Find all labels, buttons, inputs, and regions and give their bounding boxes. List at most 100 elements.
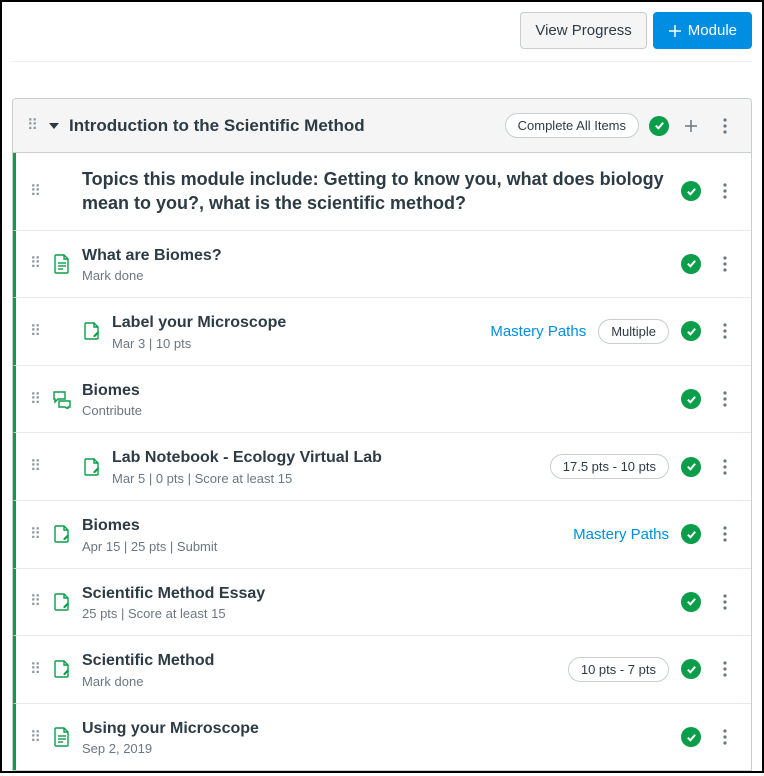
drag-handle-icon[interactable] xyxy=(27,122,39,129)
module-item: Topics this module include: Getting to k… xyxy=(12,153,751,230)
kebab-icon xyxy=(723,729,727,745)
item-status-complete-icon xyxy=(681,592,701,612)
module-header: Introduction to the Scientific Method Co… xyxy=(13,99,751,153)
toolbar: View Progress Module xyxy=(12,12,752,62)
kebab-icon xyxy=(723,459,727,475)
item-title[interactable]: What are Biomes? xyxy=(82,245,671,267)
collapse-caret-icon[interactable] xyxy=(49,123,59,129)
item-status-complete-icon xyxy=(681,254,701,274)
completion-requirement-pill: Complete All Items xyxy=(505,113,639,138)
kebab-icon xyxy=(723,594,727,610)
item-content: Scientific Method Essay25 pts | Score at… xyxy=(82,583,671,622)
module: Introduction to the Scientific Method Co… xyxy=(12,98,752,771)
assignment-icon xyxy=(52,659,72,679)
view-progress-button[interactable]: View Progress xyxy=(520,12,646,49)
kebab-icon xyxy=(723,323,727,339)
item-menu-button[interactable] xyxy=(713,179,737,203)
kebab-icon xyxy=(723,118,727,134)
item-content: Biomes Apr 15 | 25 pts | Submit xyxy=(82,515,563,554)
module-item: What are Biomes?Mark done xyxy=(12,230,751,298)
item-extras xyxy=(681,252,737,276)
item-status-complete-icon xyxy=(681,659,701,679)
item-meta: Mar 5 | 0 pts | Score at least 15 xyxy=(112,471,540,486)
item-extras xyxy=(681,387,737,411)
item-meta: Contribute xyxy=(82,403,671,418)
item-title[interactable]: Biomes xyxy=(82,515,563,537)
discussion-icon xyxy=(52,389,72,409)
item-title[interactable]: Scientific Method xyxy=(82,650,558,672)
item-title[interactable]: Topics this module include: Getting to k… xyxy=(82,167,671,216)
assignment-icon xyxy=(52,524,72,544)
item-extras xyxy=(681,725,737,749)
module-item: Scientific Method Mark done 10 pts - 7 pts xyxy=(12,635,751,703)
item-status-complete-icon xyxy=(681,457,701,477)
drag-handle-icon[interactable] xyxy=(30,260,42,267)
item-title[interactable]: Scientific Method Essay xyxy=(82,583,671,605)
kebab-icon xyxy=(723,661,727,677)
module-item: Scientific Method Essay25 pts | Score at… xyxy=(12,568,751,636)
item-title[interactable]: Using your Microscope xyxy=(82,718,671,740)
item-menu-button[interactable] xyxy=(713,455,737,479)
item-menu-button[interactable] xyxy=(713,252,737,276)
points-badge: 10 pts - 7 pts xyxy=(568,657,669,682)
add-module-button[interactable]: Module xyxy=(653,12,752,49)
module-item: Label your Microscope Mar 3 | 10 pts Maste… xyxy=(12,297,751,365)
item-title[interactable]: Biomes xyxy=(82,380,671,402)
item-meta: Apr 15 | 25 pts | Submit xyxy=(82,539,563,554)
drag-handle-icon[interactable] xyxy=(30,396,42,403)
item-status-complete-icon xyxy=(681,181,701,201)
item-menu-button[interactable] xyxy=(713,725,737,749)
assignment-icon xyxy=(82,321,102,341)
item-extras: Mastery Paths xyxy=(573,522,737,546)
page-icon xyxy=(52,727,72,747)
kebab-icon xyxy=(723,183,727,199)
item-meta: Mark done xyxy=(82,674,558,689)
items-list: Topics this module include: Getting to k… xyxy=(13,153,751,770)
module-status-complete-icon xyxy=(649,116,669,136)
item-extras xyxy=(681,179,737,203)
item-content: BiomesContribute xyxy=(82,380,671,419)
item-content: Lab Notebook - Ecology Virtual Lab Mar 5 … xyxy=(112,447,540,486)
plus-icon xyxy=(668,24,682,38)
module-item: Using your MicroscopeSep 2, 2019 xyxy=(12,703,751,771)
drag-handle-icon[interactable] xyxy=(30,666,42,673)
module-title: Introduction to the Scientific Method xyxy=(69,116,495,136)
drag-handle-icon[interactable] xyxy=(30,531,42,538)
item-extras: 17.5 pts - 10 pts xyxy=(550,454,737,479)
item-menu-button[interactable] xyxy=(713,657,737,681)
points-badge: 17.5 pts - 10 pts xyxy=(550,454,669,479)
item-content: Scientific Method Mark done xyxy=(82,650,558,689)
item-content: Using your MicroscopeSep 2, 2019 xyxy=(82,718,671,757)
module-menu-button[interactable] xyxy=(713,114,737,138)
mastery-paths-link[interactable]: Mastery Paths xyxy=(490,323,586,340)
item-menu-button[interactable] xyxy=(713,590,737,614)
drag-handle-icon[interactable] xyxy=(30,463,42,470)
drag-handle-icon[interactable] xyxy=(30,328,42,335)
item-title[interactable]: Lab Notebook - Ecology Virtual Lab xyxy=(112,447,540,469)
item-menu-button[interactable] xyxy=(713,387,737,411)
page-icon xyxy=(52,254,72,274)
drag-handle-icon[interactable] xyxy=(30,188,42,195)
item-status-complete-icon xyxy=(681,389,701,409)
assignment-icon xyxy=(52,592,72,612)
item-meta: Mark done xyxy=(82,268,671,283)
kebab-icon xyxy=(723,391,727,407)
module-item: Biomes Apr 15 | 25 pts | Submit Mastery Pa… xyxy=(12,500,751,568)
item-status-complete-icon xyxy=(681,321,701,341)
mastery-paths-link[interactable]: Mastery Paths xyxy=(573,526,669,543)
item-meta: Mar 3 | 10 pts xyxy=(112,336,480,351)
item-extras xyxy=(681,590,737,614)
points-badge: Multiple xyxy=(598,319,669,344)
item-menu-button[interactable] xyxy=(713,319,737,343)
module-item: BiomesContribute xyxy=(12,365,751,433)
kebab-icon xyxy=(723,256,727,272)
item-menu-button[interactable] xyxy=(713,522,737,546)
item-content: Label your Microscope Mar 3 | 10 pts xyxy=(112,312,480,351)
drag-handle-icon[interactable] xyxy=(30,598,42,605)
item-title[interactable]: Label your Microscope xyxy=(112,312,480,334)
item-extras: Mastery Paths Multiple xyxy=(490,319,737,344)
assignment-icon xyxy=(82,457,102,477)
add-item-button[interactable] xyxy=(679,114,703,138)
add-module-label: Module xyxy=(688,22,737,39)
drag-handle-icon[interactable] xyxy=(30,734,42,741)
